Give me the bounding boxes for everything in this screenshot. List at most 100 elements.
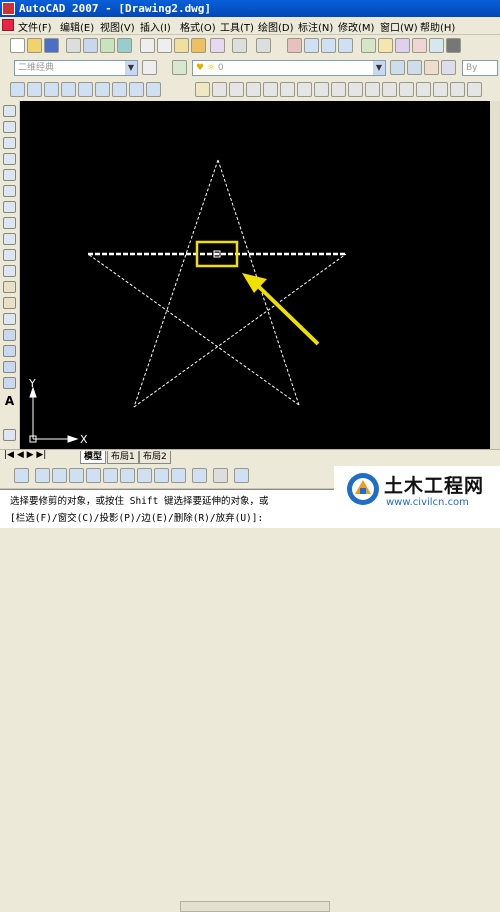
polygon-icon[interactable]	[3, 153, 16, 165]
menu-view[interactable]: 视图(V)	[100, 19, 135, 34]
tool-palettes-icon[interactable]	[395, 38, 410, 53]
menu-modify[interactable]: 修改(M)	[338, 19, 374, 34]
open-icon[interactable]	[27, 38, 42, 53]
drawing-canvas[interactable]: Y X	[20, 101, 490, 449]
make-block-icon[interactable]	[3, 297, 16, 309]
print-icon[interactable]	[66, 38, 81, 53]
design-center-icon[interactable]	[378, 38, 393, 53]
region-icon[interactable]	[3, 361, 16, 373]
zoom-scale-icon[interactable]	[44, 82, 59, 97]
layer-combo[interactable]: ♥ ☼ 0 ▼	[192, 60, 386, 76]
chamfer-icon[interactable]	[433, 82, 448, 97]
text-icon[interactable]: A	[3, 395, 16, 407]
view-front-icon[interactable]	[86, 468, 101, 483]
point-icon[interactable]	[3, 313, 16, 325]
menu-tools[interactable]: 工具(T)	[220, 19, 254, 34]
menu-help[interactable]: 帮助(H)	[420, 19, 455, 34]
offset-icon[interactable]	[246, 82, 261, 97]
zoom-window-icon[interactable]	[10, 82, 25, 97]
horizontal-scrollbar[interactable]	[180, 901, 330, 912]
stretch-icon[interactable]	[331, 82, 346, 97]
tab-layout1[interactable]: 布局1	[107, 451, 139, 464]
tab-layout2[interactable]: 布局2	[139, 451, 171, 464]
workspace-settings-icon[interactable]	[142, 60, 157, 75]
zoom-window-icon[interactable]	[321, 38, 336, 53]
menu-dimension[interactable]: 标注(N)	[298, 19, 333, 34]
break-at-point-icon[interactable]	[382, 82, 397, 97]
gradient-icon[interactable]	[3, 345, 16, 357]
new-icon[interactable]	[10, 38, 25, 53]
menu-format[interactable]: 格式(O)	[180, 19, 216, 34]
star-shape[interactable]	[87, 159, 347, 408]
view-back-icon[interactable]	[103, 468, 118, 483]
construction-line-icon[interactable]	[3, 121, 16, 133]
vertical-scrollbar[interactable]	[490, 101, 500, 449]
camera-icon[interactable]	[213, 468, 228, 483]
break-icon[interactable]	[399, 82, 414, 97]
mirror-icon[interactable]	[229, 82, 244, 97]
view-right-icon[interactable]	[69, 468, 84, 483]
layer-state-icon[interactable]	[424, 60, 439, 75]
markup-icon[interactable]	[429, 38, 444, 53]
trim-icon[interactable]	[348, 82, 363, 97]
paste-icon[interactable]	[174, 38, 189, 53]
spline-icon[interactable]	[3, 233, 16, 245]
view-manager-icon[interactable]	[234, 468, 249, 483]
zoom-all-icon[interactable]	[129, 82, 144, 97]
menu-window[interactable]: 窗口(W)	[380, 19, 418, 34]
publish-icon[interactable]	[100, 38, 115, 53]
ellipse-icon[interactable]	[3, 249, 16, 261]
array-icon[interactable]	[263, 82, 278, 97]
circle-icon[interactable]	[3, 201, 16, 213]
rectangle-icon[interactable]	[3, 169, 16, 181]
erase-icon[interactable]	[195, 82, 210, 97]
ellipse-arc-icon[interactable]	[3, 265, 16, 277]
make-current-layer-icon[interactable]	[390, 60, 405, 75]
plot-icon[interactable]	[117, 38, 132, 53]
scale-icon[interactable]	[314, 82, 329, 97]
table-icon[interactable]	[3, 377, 16, 389]
layer-previous-icon[interactable]	[407, 60, 422, 75]
menu-draw[interactable]: 绘图(D)	[258, 19, 294, 34]
view-left-icon[interactable]	[52, 468, 67, 483]
workspace-combo[interactable]: 二维经典 ▼	[14, 60, 138, 76]
zoom-realtime-icon[interactable]	[304, 38, 319, 53]
match-properties-icon[interactable]	[191, 38, 206, 53]
line-icon[interactable]	[3, 105, 16, 117]
fillet-icon[interactable]	[450, 82, 465, 97]
redo-icon[interactable]	[256, 38, 271, 53]
zoom-center-icon[interactable]	[61, 82, 76, 97]
view-bottom-icon[interactable]	[35, 468, 50, 483]
view-sw-iso-icon[interactable]	[120, 468, 135, 483]
view-ne-iso-icon[interactable]	[154, 468, 169, 483]
layer-isolate-icon[interactable]	[441, 60, 456, 75]
arc-icon[interactable]	[3, 185, 16, 197]
preview-icon[interactable]	[83, 38, 98, 53]
join-icon[interactable]	[416, 82, 431, 97]
explode-icon[interactable]	[467, 82, 482, 97]
toolbar-extra-icon[interactable]	[3, 429, 16, 441]
rotate-icon[interactable]	[297, 82, 312, 97]
polyline-icon[interactable]	[3, 137, 16, 149]
save-icon[interactable]	[44, 38, 59, 53]
color-combo[interactable]: By	[462, 60, 498, 76]
copy-object-icon[interactable]	[212, 82, 227, 97]
layer-manager-icon[interactable]	[172, 60, 187, 75]
tab-model[interactable]: 模型	[80, 451, 107, 464]
copy-icon[interactable]	[157, 38, 172, 53]
undo-icon[interactable]	[232, 38, 247, 53]
block-editor-icon[interactable]	[210, 38, 225, 53]
menu-edit[interactable]: 编辑(E)	[60, 19, 94, 34]
insert-block-icon[interactable]	[3, 281, 16, 293]
cut-icon[interactable]	[140, 38, 155, 53]
view-nw-iso-icon[interactable]	[171, 468, 186, 483]
zoom-extents-icon[interactable]	[146, 82, 161, 97]
orbit-icon[interactable]	[192, 468, 207, 483]
properties-icon[interactable]	[361, 38, 376, 53]
zoom-out-icon[interactable]	[112, 82, 127, 97]
calculator-icon[interactable]	[446, 38, 461, 53]
view-se-iso-icon[interactable]	[137, 468, 152, 483]
move-icon[interactable]	[280, 82, 295, 97]
document-icon[interactable]	[2, 19, 14, 31]
tab-nav-arrows[interactable]: |◀ ◀ ▶ ▶|	[4, 450, 46, 460]
